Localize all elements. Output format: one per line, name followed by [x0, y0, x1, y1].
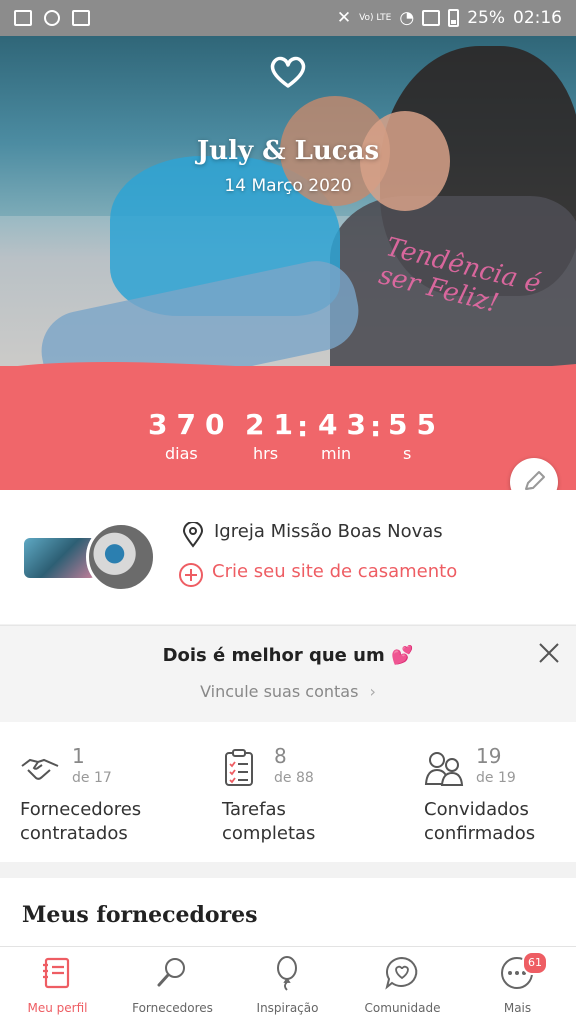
stat-total: de 19 [476, 770, 516, 786]
stat-value: 8 [274, 744, 287, 768]
countdown-minutes: 43 [318, 408, 375, 441]
stat-value: 19 [476, 744, 502, 768]
stat-guests[interactable]: 19 de 19 Convidados confirmados [424, 722, 576, 862]
nav-label: Comunidade [364, 1001, 441, 1015]
countdown-seconds: 55 [388, 408, 445, 441]
nav-vendors[interactable]: Fornecedores [115, 947, 230, 1025]
stat-label-line: completas [222, 823, 316, 844]
progress-summary: 1 de 17 Fornecedores contratados 8 de 88… [0, 722, 576, 862]
heart-logo-icon [270, 56, 306, 88]
countdown-seconds-label: s [403, 444, 412, 463]
banner-title: Dois é melhor que um 💕 [0, 645, 576, 666]
my-vendors-section: Meus fornecedores [0, 878, 576, 948]
handshake-icon [21, 758, 59, 780]
nav-label: Inspiração [256, 1001, 319, 1015]
stat-value: 1 [72, 744, 85, 768]
location-pin-icon [182, 522, 204, 548]
stat-total: de 88 [274, 770, 314, 786]
chat-heart-icon [385, 956, 418, 990]
countdown-row: 370 dias 21 hrs : 43 min : 55 s [0, 408, 576, 478]
couple-names: July & Lucas [196, 136, 380, 166]
nav-label: Mais [503, 1001, 532, 1015]
section-title: Meus fornecedores [22, 902, 258, 928]
sparkling-heart-icon: 💕 [391, 645, 414, 666]
nav-label: Meu perfil [27, 1001, 88, 1015]
status-bar: ✕ Vo) LTE ◔ 25% 02:16 [0, 0, 576, 36]
network-type: Vo) LTE [359, 12, 392, 23]
countdown-days: 370 [148, 408, 234, 441]
ceremony-venue[interactable]: Igreja Missão Boas Novas [214, 521, 443, 542]
nav-my-profile[interactable]: Meu perfil [0, 947, 115, 1025]
create-website-link[interactable]: Crie seu site de casamento [212, 561, 457, 582]
balloon-icon [277, 956, 297, 991]
guests-icon [424, 752, 464, 786]
wedding-info: Igreja Missão Boas Novas Crie seu site d… [0, 490, 576, 624]
battery-level: 25% [467, 8, 505, 28]
partner-avatar[interactable] [86, 522, 156, 592]
countdown-separator: : [370, 410, 382, 443]
cloud-notification-icon [72, 10, 90, 26]
stat-label-line: confirmados [424, 823, 536, 844]
chevron-right-icon: › [369, 682, 376, 701]
signal-icon [422, 10, 441, 26]
stat-label: Fornecedores contratados [20, 798, 200, 846]
countdown-hours: 21 [245, 408, 302, 441]
countdown-minutes-label: min [321, 444, 352, 463]
status-system: ✕ Vo) LTE ◔ 25% 02:16 [337, 8, 576, 28]
stat-total: de 17 [72, 770, 112, 786]
wedding-countdown: 370 dias 21 hrs : 43 min : 55 s [0, 361, 576, 490]
nav-inspiration[interactable]: Inspiração [230, 947, 345, 1025]
settings-notification-icon [44, 10, 60, 26]
clock: 02:16 [513, 8, 562, 28]
stat-tasks[interactable]: 8 de 88 Tarefas completas [222, 722, 412, 862]
link-accounts-banner: Dois é melhor que um 💕 Vincule suas cont… [0, 625, 576, 723]
mute-icon: ✕ [336, 8, 352, 28]
magnifier-icon [157, 958, 185, 987]
stat-label-line: contratados [20, 823, 128, 844]
nav-label: Fornecedores [132, 1001, 213, 1015]
countdown-days-label: dias [165, 444, 198, 463]
close-icon[interactable] [538, 642, 560, 664]
battery-icon [448, 9, 460, 27]
banner-title-text: Dois é melhor que um [162, 645, 385, 666]
nav-community[interactable]: Comunidade [345, 947, 460, 1025]
stat-label-line: Tarefas [222, 799, 286, 820]
wave-divider [0, 361, 576, 386]
link-accounts-label: Vincule suas contas [200, 682, 359, 701]
stat-label-line: Convidados [424, 799, 529, 820]
stat-label: Convidados confirmados [424, 798, 576, 846]
wedding-date: 14 Março 2020 [224, 176, 352, 196]
nav-more[interactable]: 61 Mais [460, 947, 575, 1025]
countdown-separator: : [297, 410, 309, 443]
plus-circle-icon[interactable] [178, 562, 204, 588]
stat-label-line: Fornecedores [20, 799, 142, 820]
stat-vendors[interactable]: 1 de 17 Fornecedores contratados [20, 722, 210, 862]
bottom-navigation: Meu perfil Fornecedores Inspiração Comun… [0, 946, 576, 1025]
status-notifications [0, 10, 90, 26]
link-accounts-button[interactable]: Vincule suas contas › [0, 682, 576, 701]
wifi-icon: ◔ [399, 8, 415, 28]
notification-badge: 61 [522, 951, 548, 975]
gallery-notification-icon [14, 10, 32, 26]
clipboard-checklist-icon [225, 749, 253, 786]
countdown-hours-label: hrs [253, 444, 279, 463]
notebook-icon [43, 957, 70, 989]
stat-label: Tarefas completas [222, 798, 402, 846]
